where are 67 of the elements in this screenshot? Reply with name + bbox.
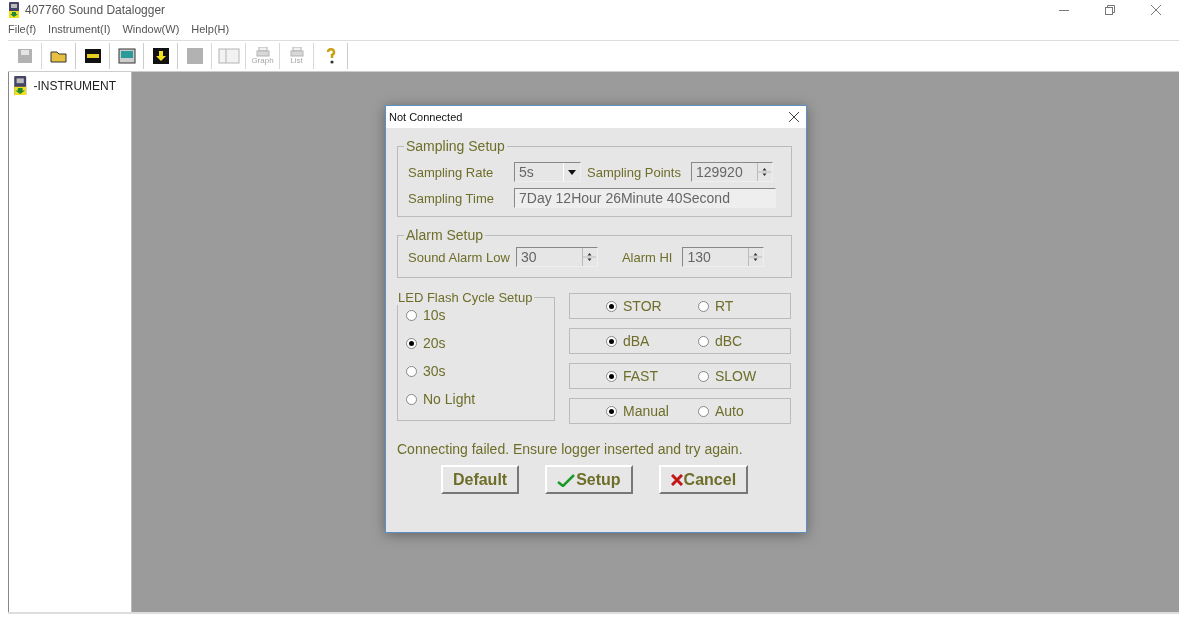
status-message: Connecting failed. Ensure logger inserted and try again.	[397, 441, 744, 457]
radio-button[interactable]: 30s	[406, 363, 546, 379]
window-title: 407760 Sound Datalogger	[25, 3, 166, 17]
radio-button[interactable]: dBC	[698, 333, 790, 349]
book-icon	[217, 48, 240, 64]
datalogger-icon	[13, 76, 28, 96]
download-icon	[152, 48, 169, 64]
radio-button[interactable]: 20s	[406, 335, 546, 351]
datalogger-icon	[8, 2, 20, 18]
dialog-button[interactable]: Cancel	[658, 465, 749, 494]
rate-dropdown[interactable]: 5s	[514, 162, 581, 182]
menu-item[interactable]: Instrument(I)	[48, 23, 111, 35]
radio-button[interactable]: RT	[698, 298, 790, 314]
radio-circle-icon[interactable]	[698, 370, 709, 382]
field-label: Sampling Rate	[408, 164, 495, 180]
radio-button[interactable]: Manual	[606, 403, 698, 419]
field-label: Sampling Points	[587, 164, 681, 180]
radio-button[interactable]: FAST	[606, 368, 698, 384]
radio-button[interactable]: STOR	[606, 298, 698, 314]
field-label: Alarm HI	[621, 249, 673, 265]
dialog-button[interactable]: Setup	[545, 465, 633, 494]
alarm-low-field[interactable]: 30	[515, 247, 598, 267]
radio-button[interactable]: No Light	[406, 391, 546, 407]
minimize-icon	[1059, 9, 1069, 11]
radio-button[interactable]: 10s	[406, 307, 546, 323]
tree-item[interactable]: -INSTRUMENT	[13, 76, 127, 96]
cross-icon	[670, 473, 683, 486]
field-label: Sampling Time	[408, 190, 495, 206]
radio-button[interactable]: Auto	[698, 403, 790, 419]
meter-icon	[83, 48, 102, 64]
printer-icon	[289, 47, 304, 57]
restore-icon	[1105, 5, 1115, 15]
stop-icon	[186, 48, 203, 64]
radio-circle-icon[interactable]	[406, 393, 417, 405]
menu-item[interactable]: File(f)	[8, 23, 37, 35]
close-icon	[1151, 5, 1161, 15]
radio-circle-icon[interactable]	[606, 300, 617, 312]
monitor-icon	[117, 48, 136, 64]
help-icon	[324, 47, 337, 65]
time-field: 7Day 12Hour 26Minute 40Second	[514, 188, 776, 208]
group-box: LED Flash Cycle Setup 10s 20s 30s No Light	[397, 290, 555, 421]
caret-icon	[568, 169, 576, 175]
save-icon	[16, 48, 33, 64]
folder-icon	[49, 48, 68, 64]
radio-circle-icon[interactable]	[606, 405, 617, 417]
radio-circle-icon[interactable]	[606, 335, 617, 347]
radio-circle-icon[interactable]	[406, 309, 417, 321]
close-icon[interactable]	[788, 111, 800, 123]
dialog-button[interactable]: Default	[440, 465, 520, 494]
radio-button[interactable]: dBA	[606, 333, 698, 349]
group-box: Alarm Setup Sound Alarm Low 30 Alarm HI 130	[397, 227, 792, 278]
printer-icon	[255, 47, 270, 57]
radio-circle-icon[interactable]	[406, 337, 417, 349]
radio-circle-icon[interactable]	[698, 335, 709, 347]
radio-circle-icon[interactable]	[406, 365, 417, 377]
radio-circle-icon[interactable]	[606, 370, 617, 382]
alarm-high-field[interactable]: 130	[682, 247, 765, 267]
menu-item[interactable]: Window(W)	[122, 23, 180, 35]
field-label: Sound Alarm Low	[408, 249, 510, 265]
radio-circle-icon[interactable]	[698, 405, 709, 417]
menu-item[interactable]: Help(H)	[191, 23, 230, 35]
dialog-title: Not Connected	[389, 111, 463, 123]
radio-button[interactable]: SLOW	[698, 368, 790, 384]
group-box: Sampling Setup Sampling Rate 5s Sampling Points 129920 Sampling Time 7Day 12Hour 26Minute 40Second	[397, 138, 792, 217]
radio-circle-icon[interactable]	[698, 300, 709, 312]
points-field[interactable]: 129920	[690, 162, 773, 182]
check-icon	[557, 472, 576, 487]
